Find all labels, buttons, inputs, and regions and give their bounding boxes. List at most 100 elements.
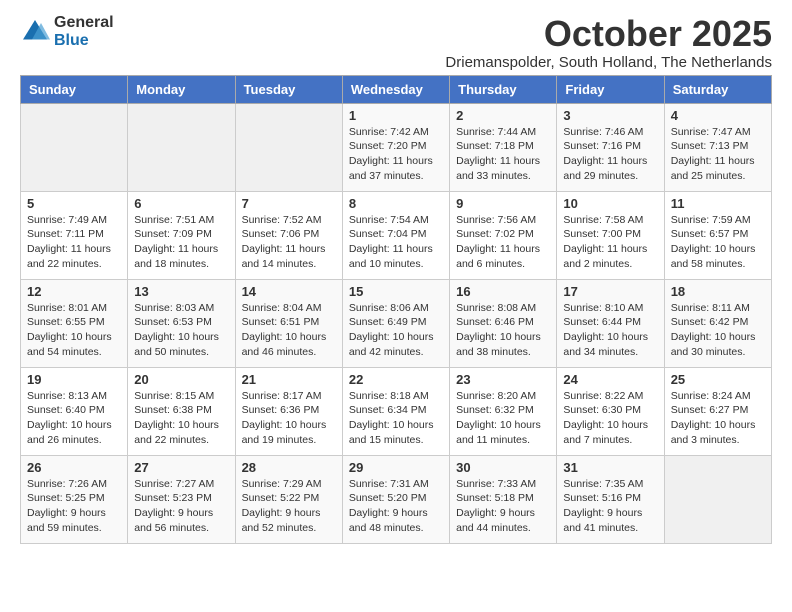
calendar-cell-w4-d4: 22 Sunrise: 8:18 AM Sunset: 6:34 PM Dayli… <box>342 367 449 455</box>
calendar-cell-w3-d7: 18 Sunrise: 8:11 AM Sunset: 6:42 PM Dayli… <box>664 279 771 367</box>
day-info: Sunrise: 8:17 AM Sunset: 6:36 PM Dayligh… <box>242 389 336 448</box>
day-number: 28 <box>242 460 336 475</box>
day-number: 12 <box>27 284 121 299</box>
day-number: 16 <box>456 284 550 299</box>
day-info: Sunrise: 7:33 AM Sunset: 5:18 PM Dayligh… <box>456 477 550 536</box>
calendar-cell-w1-d1 <box>21 103 128 191</box>
day-number: 25 <box>671 372 765 387</box>
header-saturday: Saturday <box>664 75 771 103</box>
day-number: 23 <box>456 372 550 387</box>
day-info: Sunrise: 8:03 AM Sunset: 6:53 PM Dayligh… <box>134 301 228 360</box>
calendar-cell-w3-d6: 17 Sunrise: 8:10 AM Sunset: 6:44 PM Dayli… <box>557 279 664 367</box>
day-number: 29 <box>349 460 443 475</box>
calendar-cell-w3-d2: 13 Sunrise: 8:03 AM Sunset: 6:53 PM Dayli… <box>128 279 235 367</box>
day-info: Sunrise: 7:44 AM Sunset: 7:18 PM Dayligh… <box>456 125 550 184</box>
day-info: Sunrise: 8:20 AM Sunset: 6:32 PM Dayligh… <box>456 389 550 448</box>
logo-icon <box>20 17 50 47</box>
day-number: 3 <box>563 108 657 123</box>
day-info: Sunrise: 7:47 AM Sunset: 7:13 PM Dayligh… <box>671 125 765 184</box>
day-info: Sunrise: 8:24 AM Sunset: 6:27 PM Dayligh… <box>671 389 765 448</box>
calendar-cell-w5-d5: 30 Sunrise: 7:33 AM Sunset: 5:18 PM Dayli… <box>450 455 557 543</box>
calendar-cell-w2-d2: 6Sunrise: 7:51 AM Sunset: 7:09 PM Daylig… <box>128 191 235 279</box>
day-number: 7 <box>242 196 336 211</box>
page-header: General Blue October 2025 Driemanspolder… <box>0 0 792 75</box>
location-subtitle: Driemanspolder, South Holland, The Nethe… <box>445 54 772 71</box>
day-info: Sunrise: 7:54 AM Sunset: 7:04 PM Dayligh… <box>349 213 443 272</box>
calendar-week-3: 12 Sunrise: 8:01 AM Sunset: 6:55 PM Dayli… <box>21 279 772 367</box>
day-number: 27 <box>134 460 228 475</box>
header-thursday: Thursday <box>450 75 557 103</box>
day-number: 20 <box>134 372 228 387</box>
day-info: Sunrise: 8:08 AM Sunset: 6:46 PM Dayligh… <box>456 301 550 360</box>
day-info: Sunrise: 8:11 AM Sunset: 6:42 PM Dayligh… <box>671 301 765 360</box>
day-info: Sunrise: 8:15 AM Sunset: 6:38 PM Dayligh… <box>134 389 228 448</box>
day-number: 10 <box>563 196 657 211</box>
day-number: 26 <box>27 460 121 475</box>
calendar-cell-w2-d7: 11 Sunrise: 7:59 AM Sunset: 6:57 PM Dayli… <box>664 191 771 279</box>
day-info: Sunrise: 8:04 AM Sunset: 6:51 PM Dayligh… <box>242 301 336 360</box>
calendar-week-5: 26 Sunrise: 7:26 AM Sunset: 5:25 PM Dayli… <box>21 455 772 543</box>
calendar-cell-w4-d6: 24Sunrise: 8:22 AM Sunset: 6:30 PM Dayli… <box>557 367 664 455</box>
title-section: October 2025 Driemanspolder, South Holla… <box>445 14 772 71</box>
calendar-cell-w1-d6: 3 Sunrise: 7:46 AM Sunset: 7:16 PM Daylig… <box>557 103 664 191</box>
day-number: 13 <box>134 284 228 299</box>
day-number: 30 <box>456 460 550 475</box>
calendar-cell-w3-d1: 12 Sunrise: 8:01 AM Sunset: 6:55 PM Dayli… <box>21 279 128 367</box>
day-info: Sunrise: 7:46 AM Sunset: 7:16 PM Dayligh… <box>563 125 657 184</box>
month-title: October 2025 <box>445 14 772 54</box>
calendar-cell-w5-d3: 28Sunrise: 7:29 AM Sunset: 5:22 PM Dayli… <box>235 455 342 543</box>
day-info: Sunrise: 8:01 AM Sunset: 6:55 PM Dayligh… <box>27 301 121 360</box>
calendar-wrapper: Sunday Monday Tuesday Wednesday Thursday… <box>0 75 792 554</box>
calendar-cell-w1-d3 <box>235 103 342 191</box>
day-number: 31 <box>563 460 657 475</box>
day-info: Sunrise: 7:59 AM Sunset: 6:57 PM Dayligh… <box>671 213 765 272</box>
calendar-cell-w2-d5: 9 Sunrise: 7:56 AM Sunset: 7:02 PM Daylig… <box>450 191 557 279</box>
day-number: 15 <box>349 284 443 299</box>
day-number: 22 <box>349 372 443 387</box>
day-info: Sunrise: 7:35 AM Sunset: 5:16 PM Dayligh… <box>563 477 657 536</box>
header-sunday: Sunday <box>21 75 128 103</box>
day-info: Sunrise: 7:42 AM Sunset: 7:20 PM Dayligh… <box>349 125 443 184</box>
day-info: Sunrise: 8:06 AM Sunset: 6:49 PM Dayligh… <box>349 301 443 360</box>
calendar-cell-w3-d3: 14Sunrise: 8:04 AM Sunset: 6:51 PM Dayli… <box>235 279 342 367</box>
day-number: 19 <box>27 372 121 387</box>
calendar-cell-w5-d7 <box>664 455 771 543</box>
calendar-cell-w3-d5: 16 Sunrise: 8:08 AM Sunset: 6:46 PM Dayli… <box>450 279 557 367</box>
day-number: 6 <box>134 196 228 211</box>
day-number: 9 <box>456 196 550 211</box>
day-info: Sunrise: 7:52 AM Sunset: 7:06 PM Dayligh… <box>242 213 336 272</box>
calendar-cell-w4-d1: 19 Sunrise: 8:13 AM Sunset: 6:40 PM Dayli… <box>21 367 128 455</box>
calendar-cell-w5-d4: 29Sunrise: 7:31 AM Sunset: 5:20 PM Dayli… <box>342 455 449 543</box>
day-number: 21 <box>242 372 336 387</box>
day-info: Sunrise: 7:49 AM Sunset: 7:11 PM Dayligh… <box>27 213 121 272</box>
calendar-cell-w2-d3: 7 Sunrise: 7:52 AM Sunset: 7:06 PM Daylig… <box>235 191 342 279</box>
day-number: 2 <box>456 108 550 123</box>
calendar-cell-w1-d4: 1Sunrise: 7:42 AM Sunset: 7:20 PM Daylig… <box>342 103 449 191</box>
day-number: 11 <box>671 196 765 211</box>
calendar-cell-w4-d2: 20 Sunrise: 8:15 AM Sunset: 6:38 PM Dayli… <box>128 367 235 455</box>
day-info: Sunrise: 8:13 AM Sunset: 6:40 PM Dayligh… <box>27 389 121 448</box>
calendar-cell-w4-d7: 25 Sunrise: 8:24 AM Sunset: 6:27 PM Dayli… <box>664 367 771 455</box>
day-number: 17 <box>563 284 657 299</box>
day-number: 8 <box>349 196 443 211</box>
header-tuesday: Tuesday <box>235 75 342 103</box>
calendar-cell-w2-d1: 5Sunrise: 7:49 AM Sunset: 7:11 PM Daylig… <box>21 191 128 279</box>
day-info: Sunrise: 7:27 AM Sunset: 5:23 PM Dayligh… <box>134 477 228 536</box>
calendar-week-4: 19 Sunrise: 8:13 AM Sunset: 6:40 PM Dayli… <box>21 367 772 455</box>
calendar-cell-w1-d7: 4Sunrise: 7:47 AM Sunset: 7:13 PM Daylig… <box>664 103 771 191</box>
calendar-cell-w5-d6: 31 Sunrise: 7:35 AM Sunset: 5:16 PM Dayli… <box>557 455 664 543</box>
day-info: Sunrise: 8:18 AM Sunset: 6:34 PM Dayligh… <box>349 389 443 448</box>
calendar-cell-w1-d2 <box>128 103 235 191</box>
calendar-cell-w1-d5: 2 Sunrise: 7:44 AM Sunset: 7:18 PM Daylig… <box>450 103 557 191</box>
calendar-table: Sunday Monday Tuesday Wednesday Thursday… <box>20 75 772 544</box>
day-info: Sunrise: 7:56 AM Sunset: 7:02 PM Dayligh… <box>456 213 550 272</box>
day-info: Sunrise: 7:26 AM Sunset: 5:25 PM Dayligh… <box>27 477 121 536</box>
calendar-cell-w2-d4: 8 Sunrise: 7:54 AM Sunset: 7:04 PM Daylig… <box>342 191 449 279</box>
day-number: 18 <box>671 284 765 299</box>
day-info: Sunrise: 8:10 AM Sunset: 6:44 PM Dayligh… <box>563 301 657 360</box>
header-wednesday: Wednesday <box>342 75 449 103</box>
logo-text: General Blue <box>54 14 114 49</box>
calendar-week-2: 5Sunrise: 7:49 AM Sunset: 7:11 PM Daylig… <box>21 191 772 279</box>
calendar-week-1: 1Sunrise: 7:42 AM Sunset: 7:20 PM Daylig… <box>21 103 772 191</box>
header-monday: Monday <box>128 75 235 103</box>
